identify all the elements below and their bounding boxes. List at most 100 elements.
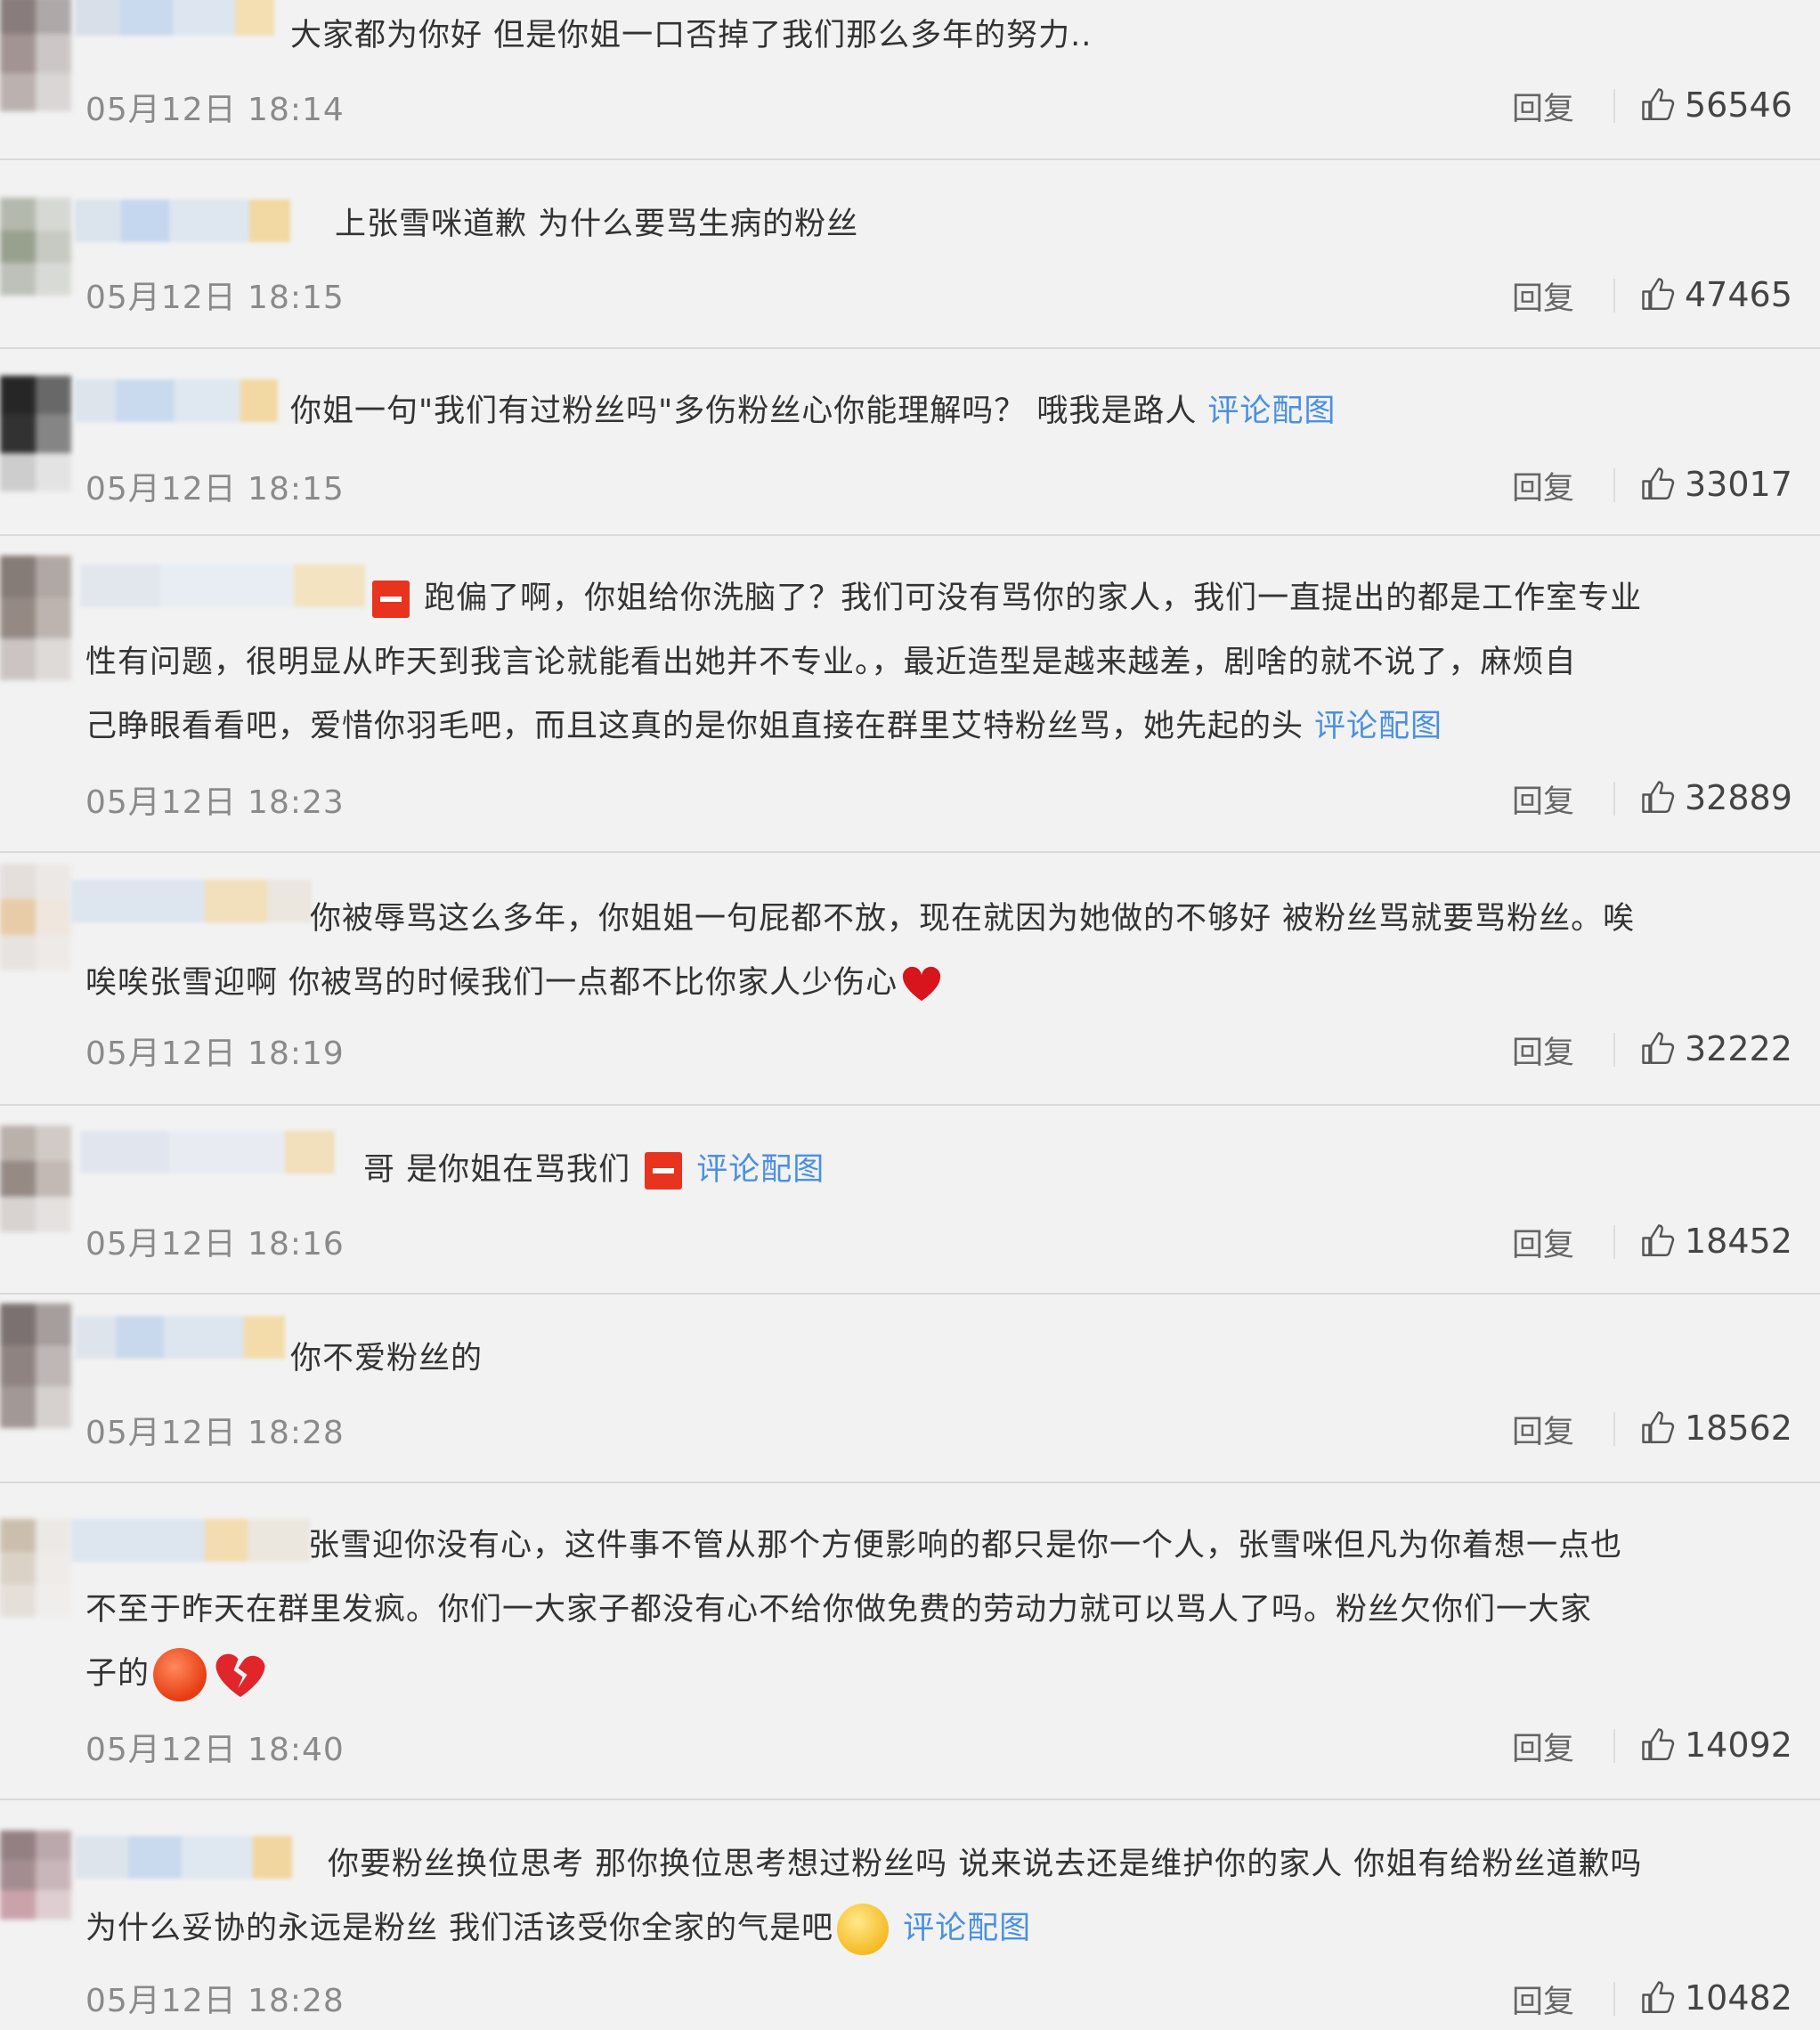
comment-line: 己睁眼看看吧，爱惜你羽毛吧，而且这真的是你姐直接在群里艾特粉丝骂，她先起的头 评论…: [85, 694, 1808, 759]
comment-text: 你姐一句"我们有过粉丝吗"多伤粉丝心你能理解吗？ 哦我是路人 评论配图: [290, 379, 1808, 443]
comment-date: 05月12日 18:15: [85, 471, 345, 508]
comment-line: 你要粉丝换位思考 那你换位思考想过粉丝吗 说来说去还是维护你的家人 你姐有给粉丝…: [328, 1847, 1643, 1882]
like-button[interactable]: 18452: [1640, 1222, 1792, 1261]
comment-item: 你要粉丝换位思考 那你换位思考想过粉丝吗 说来说去还是维护你的家人 你姐有给粉丝…: [0, 1800, 1820, 2030]
username-blurred[interactable]: [75, 379, 278, 422]
thumbs-up-icon: [1642, 1981, 1675, 2013]
like-count: 56546: [1685, 85, 1792, 125]
reply-button[interactable]: 回复: [1512, 1220, 1574, 1265]
avatar[interactable]: [0, 864, 71, 970]
reply-button[interactable]: 回复: [1512, 1977, 1574, 2022]
comment-line: 你不爱粉丝的: [290, 1341, 483, 1376]
thumbs-up-icon: [1642, 1728, 1675, 1760]
like-count: 32222: [1685, 1029, 1792, 1068]
reply-button[interactable]: 回复: [1512, 776, 1574, 822]
comment-line: 为什么妥协的永远是粉丝 我们活该受你全家的气是吧 评论配图: [85, 1896, 1808, 1961]
comment-line: 子的: [85, 1642, 1808, 1706]
comment-date: 05月12日 18:40: [85, 1732, 345, 1768]
comment-line: 跑偏了啊，你姐给你洗脑了？我们可没有骂你的家人，我们一直提出的都是工作室专业: [85, 566, 1808, 630]
comment-date: 05月12日 18:23: [85, 784, 345, 821]
like-count: 32889: [1685, 778, 1792, 817]
comment-item: 跑偏了啊，你姐给你洗脑了？我们可没有骂你的家人，我们一直提出的都是工作室专业 性…: [0, 536, 1820, 853]
comment-line: 大家都为你好 但是你姐一口否掉了我们那么多年的努力..: [290, 18, 1093, 53]
username-blurred[interactable]: [75, 1316, 285, 1359]
heart-icon: [903, 966, 941, 1002]
comment-line: 性有问题，很明显从昨天到我言论就能看出她并不专业。，最近造型是越来越差，剧啥的就…: [85, 645, 1577, 680]
divider: [1613, 1982, 1615, 2016]
divider: [1613, 89, 1615, 123]
thumbs-up-icon: [1642, 1032, 1675, 1064]
like-count: 47465: [1685, 275, 1792, 314]
like-count: 33017: [1685, 465, 1792, 504]
comment-line-text: 为什么妥协的永远是粉丝 我们活该受你全家的气是吧: [85, 1911, 834, 1946]
avatar[interactable]: [0, 0, 71, 111]
comment-pic-link[interactable]: 评论配图: [903, 1911, 1031, 1946]
emoji-icon: [645, 1152, 683, 1190]
comment-line: 你被辱骂这么多年，你姐姐一句屁都不放，现在就因为她做的不够好 被粉丝骂就要骂粉丝…: [310, 901, 1636, 937]
emoji-icon: [372, 581, 410, 618]
divider: [1613, 279, 1615, 313]
comment-text: 你不爱粉丝的: [290, 1327, 1808, 1391]
comment-line-text: 你姐一句"我们有过粉丝吗"多伤粉丝心你能理解吗？ 哦我是路人: [290, 394, 1198, 429]
like-count: 10482: [1685, 1978, 1792, 2018]
thumbs-up-icon: [1642, 88, 1675, 120]
comment-pic-link[interactable]: 评论配图: [1207, 394, 1336, 429]
comment-line: 张雪迎你没有心，这件事不管从那个方便影响的都只是你一个人，张雪咪但凡为你着想一点…: [308, 1528, 1623, 1563]
reply-button[interactable]: 回复: [1512, 273, 1574, 319]
avatar[interactable]: [0, 1125, 71, 1232]
like-button[interactable]: 47465: [1640, 275, 1792, 314]
comment-line-text: 子的: [85, 1656, 150, 1692]
username-blurred[interactable]: [75, 199, 290, 242]
comment-line: 你姐一句"我们有过粉丝吗"多伤粉丝心你能理解吗？ 哦我是路人 评论配图: [290, 379, 1808, 443]
avatar[interactable]: [0, 1303, 71, 1428]
divider: [1613, 1412, 1615, 1446]
comment-line: 哥 是你姐在骂我们 评论配图: [363, 1138, 1808, 1202]
divider: [1613, 1033, 1615, 1067]
comment-date: 05月12日 18:19: [85, 1035, 345, 1072]
like-count: 18562: [1685, 1409, 1792, 1448]
comment-date: 05月12日 18:28: [85, 1415, 345, 1451]
comment-pic-link[interactable]: 评论配图: [696, 1152, 825, 1188]
reply-button[interactable]: 回复: [1512, 1027, 1574, 1073]
comment-item: 哥 是你姐在骂我们 评论配图 05月12日 18:16 回复 18452: [0, 1106, 1820, 1295]
like-button[interactable]: 32889: [1640, 778, 1792, 817]
divider: [1613, 468, 1615, 502]
comment-text: 你被辱骂这么多年，你姐姐一句屁都不放，现在就因为她做的不够好 被粉丝骂就要骂粉丝…: [85, 887, 1808, 1015]
like-count: 14092: [1685, 1726, 1792, 1765]
comment-date: 05月12日 18:16: [85, 1226, 345, 1263]
comment-item: 上张雪咪道歉 为什么要骂生病的粉丝 05月12日 18:15 回复 47465: [0, 160, 1820, 349]
comment-item: 你不爱粉丝的 05月12日 18:28 回复 18562: [0, 1295, 1820, 1483]
reply-button[interactable]: 回复: [1512, 463, 1574, 508]
avatar[interactable]: [0, 376, 71, 491]
reply-button[interactable]: 回复: [1512, 84, 1574, 129]
reply-button[interactable]: 回复: [1512, 1724, 1574, 1769]
avatar[interactable]: [0, 198, 71, 296]
comment-text: 上张雪咪道歉 为什么要骂生病的粉丝: [335, 192, 1808, 256]
comment-text: 跑偏了啊，你姐给你洗脑了？我们可没有骂你的家人，我们一直提出的都是工作室专业 性…: [85, 566, 1808, 759]
comment-text: 哥 是你姐在骂我们 评论配图: [363, 1138, 1808, 1202]
like-button[interactable]: 32222: [1640, 1029, 1792, 1068]
like-button[interactable]: 56546: [1640, 85, 1792, 125]
broken-heart-icon: [215, 1653, 265, 1697]
comment-line: 上张雪咪道歉 为什么要骂生病的粉丝: [335, 207, 859, 242]
divider: [1613, 1225, 1615, 1259]
comment-text: 张雪迎你没有心，这件事不管从那个方便影响的都只是你一个人，张雪咪但凡为你着想一点…: [85, 1514, 1808, 1706]
comment-item: 你姐一句"我们有过粉丝吗"多伤粉丝心你能理解吗？ 哦我是路人 评论配图 05月12…: [0, 349, 1820, 536]
like-button[interactable]: 18562: [1640, 1409, 1792, 1448]
comment-line: 唉唉张雪迎啊 你被骂的时候我们一点都不比你家人少伤心: [85, 951, 1808, 1015]
reply-button[interactable]: 回复: [1512, 1407, 1574, 1452]
comment-item: 张雪迎你没有心，这件事不管从那个方便影响的都只是你一个人，张雪咪但凡为你着想一点…: [0, 1483, 1820, 1800]
avatar[interactable]: [0, 1831, 71, 1920]
like-button[interactable]: 33017: [1640, 465, 1792, 504]
username-blurred[interactable]: [80, 1131, 335, 1173]
comment-line-text: 己睁眼看看吧，爱惜你羽毛吧，而且这真的是你姐直接在群里艾特粉丝骂，她先起的头: [85, 709, 1304, 744]
avatar[interactable]: [0, 1519, 71, 1617]
divider: [1613, 1729, 1615, 1763]
username-blurred[interactable]: [75, 0, 274, 36]
like-button[interactable]: 10482: [1640, 1978, 1792, 2018]
comment-line-text: 跑偏了啊，你姐给你洗脑了？我们可没有骂你的家人，我们一直提出的都是工作室专业: [424, 581, 1643, 616]
avatar[interactable]: [0, 556, 71, 680]
comment-pic-link[interactable]: 评论配图: [1314, 709, 1442, 744]
like-button[interactable]: 14092: [1640, 1726, 1792, 1765]
comment-line-text: 唉唉张雪迎啊 你被骂的时候我们一点都不比你家人少伤心: [85, 965, 898, 1001]
